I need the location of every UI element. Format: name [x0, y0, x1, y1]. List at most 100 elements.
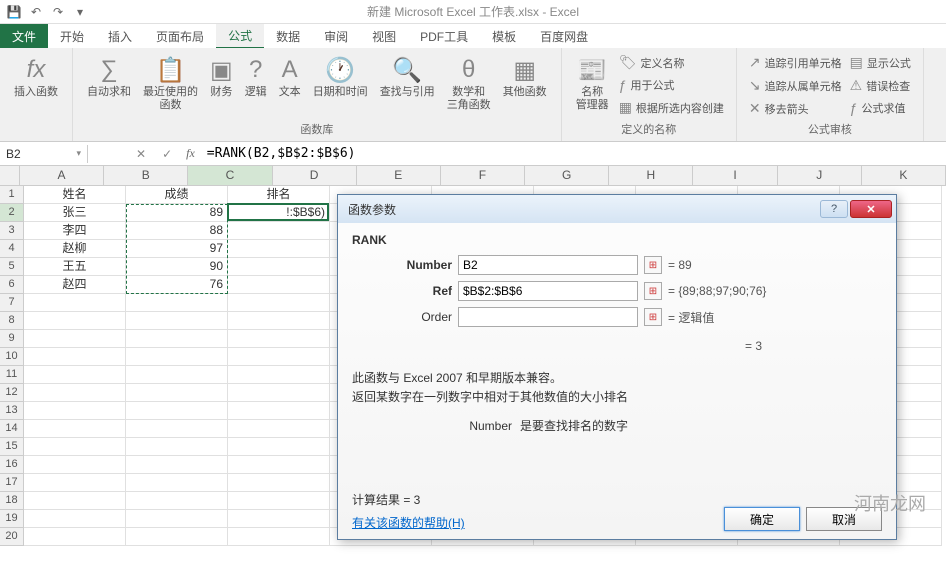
row-header[interactable]: 14: [0, 420, 24, 438]
refedit-icon[interactable]: ⊞: [644, 308, 662, 326]
cell[interactable]: 赵柳: [24, 240, 126, 258]
row-header[interactable]: 9: [0, 330, 24, 348]
col-header[interactable]: G: [525, 166, 609, 185]
dialog-close-icon[interactable]: ✕: [850, 200, 892, 218]
recent-functions-button[interactable]: 📋 最近使用的 函数: [137, 52, 204, 114]
col-header[interactable]: F: [441, 166, 525, 185]
arg-input-ref[interactable]: [458, 281, 638, 301]
cell[interactable]: 排名: [228, 186, 330, 204]
row-header[interactable]: 19: [0, 510, 24, 528]
col-header[interactable]: K: [862, 166, 946, 185]
cell[interactable]: 王五: [24, 258, 126, 276]
ribbon-tab-8[interactable]: 模板: [480, 24, 528, 48]
row-header[interactable]: 3: [0, 222, 24, 240]
ribbon-tab-4[interactable]: 数据: [264, 24, 312, 48]
more-functions-button[interactable]: ▦ 其他函数: [497, 52, 553, 114]
col-header[interactable]: H: [609, 166, 693, 185]
remove-arrows-button[interactable]: ✕移去箭头: [745, 98, 846, 119]
fx-button[interactable]: fx: [180, 146, 201, 161]
row-header[interactable]: 20: [0, 528, 24, 546]
ribbon-tab-5[interactable]: 审阅: [312, 24, 360, 48]
row-header[interactable]: 4: [0, 240, 24, 258]
datetime-button[interactable]: 🕐 日期和时间: [307, 52, 374, 114]
use-in-formula-button[interactable]: ƒ用于公式: [615, 75, 728, 95]
ribbon-tab-7[interactable]: PDF工具: [408, 24, 480, 48]
row-header[interactable]: 6: [0, 276, 24, 294]
enter-formula-icon[interactable]: ✓: [154, 147, 180, 161]
ribbon-tab-9[interactable]: 百度网盘: [528, 24, 600, 48]
cancel-formula-icon[interactable]: ✕: [128, 147, 154, 161]
math-button[interactable]: θ 数学和 三角函数: [441, 52, 497, 114]
cell[interactable]: 成绩: [126, 186, 228, 204]
cell[interactable]: 89: [126, 204, 228, 222]
ribbon-tab-6[interactable]: 视图: [360, 24, 408, 48]
row-header[interactable]: 11: [0, 366, 24, 384]
arg-input-number[interactable]: [458, 255, 638, 275]
row-header[interactable]: 12: [0, 384, 24, 402]
col-header[interactable]: A: [20, 166, 104, 185]
cell[interactable]: 李四: [24, 222, 126, 240]
autosum-button[interactable]: ∑ 自动求和: [81, 52, 137, 114]
select-all-corner[interactable]: [0, 166, 20, 185]
show-formulas-button[interactable]: ▤显示公式: [846, 52, 915, 73]
row-header[interactable]: 16: [0, 456, 24, 474]
lookup-button[interactable]: 🔍 查找与引用: [374, 52, 441, 114]
row-header[interactable]: 18: [0, 492, 24, 510]
file-tab[interactable]: 文件: [0, 24, 48, 48]
row-header[interactable]: 7: [0, 294, 24, 312]
col-header[interactable]: J: [778, 166, 862, 185]
evaluate-formula-button[interactable]: ƒ公式求值: [846, 98, 915, 118]
help-link[interactable]: 有关该函数的帮助(H): [352, 514, 465, 531]
insert-function-button[interactable]: fx 插入函数: [8, 52, 64, 101]
row-header[interactable]: 1: [0, 186, 24, 204]
dialog-titlebar[interactable]: 函数参数 ? ✕: [338, 195, 896, 223]
ribbon-tab-2[interactable]: 页面布局: [144, 24, 216, 48]
row-header[interactable]: 2: [0, 204, 24, 222]
cell[interactable]: 97: [126, 240, 228, 258]
cancel-button[interactable]: 取消: [806, 507, 882, 531]
cell[interactable]: 赵四: [24, 276, 126, 294]
save-icon[interactable]: 💾: [4, 2, 24, 22]
refedit-icon[interactable]: ⊞: [644, 256, 662, 274]
dialog-help-icon[interactable]: ?: [820, 200, 848, 218]
col-header[interactable]: B: [104, 166, 188, 185]
financial-button[interactable]: ▣ 财务: [204, 52, 239, 114]
arg-label: Number: [382, 258, 452, 272]
row-header[interactable]: 10: [0, 348, 24, 366]
row-header[interactable]: 5: [0, 258, 24, 276]
ribbon-tab-3[interactable]: 公式: [216, 24, 264, 48]
cell[interactable]: 76: [126, 276, 228, 294]
arg-label: Order: [382, 310, 452, 324]
col-header[interactable]: D: [273, 166, 357, 185]
ribbon-tab-1[interactable]: 插入: [96, 24, 144, 48]
cell[interactable]: 88: [126, 222, 228, 240]
cell[interactable]: 90: [126, 258, 228, 276]
name-manager-button[interactable]: 📰 名称 管理器: [570, 52, 615, 114]
create-from-selection-button[interactable]: ▦根据所选内容创建: [615, 97, 728, 118]
arg-input-order[interactable]: [458, 307, 638, 327]
row-header[interactable]: 17: [0, 474, 24, 492]
col-header[interactable]: I: [693, 166, 777, 185]
col-header[interactable]: E: [357, 166, 441, 185]
row-header[interactable]: 13: [0, 402, 24, 420]
row-header[interactable]: 8: [0, 312, 24, 330]
define-name-button[interactable]: 🏷定义名称: [615, 52, 728, 73]
undo-icon[interactable]: ↶: [26, 2, 46, 22]
qat-dropdown-icon[interactable]: ▾: [70, 2, 90, 22]
arg-desc-name: Number: [442, 417, 512, 436]
row-header[interactable]: 15: [0, 438, 24, 456]
ribbon-tab-0[interactable]: 开始: [48, 24, 96, 48]
text-button[interactable]: A 文本: [273, 52, 307, 114]
cell[interactable]: 姓名: [24, 186, 126, 204]
formula-input[interactable]: [201, 144, 946, 163]
logical-button[interactable]: ? 逻辑: [239, 52, 273, 114]
error-check-button[interactable]: ⚠错误检查: [846, 75, 915, 96]
trace-dependents-button[interactable]: ↘追踪从属单元格: [745, 75, 846, 96]
refedit-icon[interactable]: ⊞: [644, 282, 662, 300]
trace-precedents-button[interactable]: ↗追踪引用单元格: [745, 52, 846, 73]
cell[interactable]: 张三: [24, 204, 126, 222]
name-box[interactable]: B2: [0, 145, 88, 163]
ok-button[interactable]: 确定: [724, 507, 800, 531]
col-header[interactable]: C: [188, 166, 272, 185]
redo-icon[interactable]: ↷: [48, 2, 68, 22]
